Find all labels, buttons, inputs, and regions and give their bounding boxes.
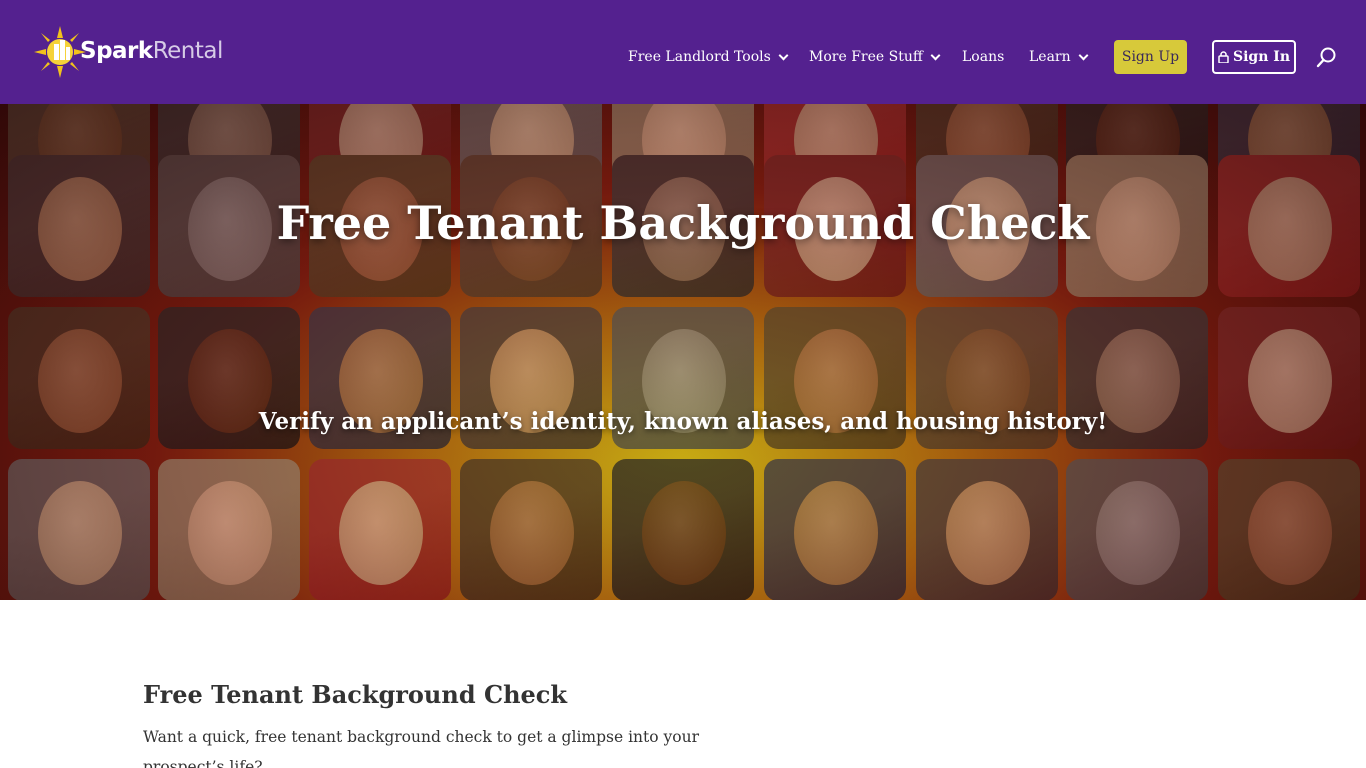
- logo-wordmark: SparkRental: [80, 38, 223, 64]
- sign-in-label: Sign In: [1233, 49, 1290, 65]
- section-title: Free Tenant Background Check: [143, 680, 568, 709]
- sign-up-button[interactable]: Sign Up: [1114, 40, 1187, 74]
- nav-label: Loans: [962, 49, 1005, 65]
- sparkrental-logo[interactable]: SparkRental: [32, 24, 223, 80]
- section-intro-text: Want a quick, free tenant background che…: [143, 728, 699, 768]
- search-icon[interactable]: [1316, 46, 1338, 68]
- nav-label: Free Landlord Tools: [628, 49, 771, 65]
- site-header: SparkRental Free Landlord Tools More Fre…: [0, 0, 1366, 104]
- chevron-down-icon: [930, 50, 941, 60]
- logo-rental-text: Rental: [152, 38, 224, 64]
- nav-loans[interactable]: Loans: [962, 40, 1004, 74]
- nav-more-free-stuff[interactable]: More Free Stuff: [809, 40, 941, 74]
- nav-label: Learn: [1029, 49, 1071, 65]
- nav-label: More Free Stuff: [809, 49, 923, 65]
- hero-overlay: [0, 104, 1366, 600]
- chevron-down-icon: [1078, 50, 1089, 60]
- nav-learn[interactable]: Learn: [1029, 40, 1089, 74]
- hero-subtitle: Verify an applicant’s identity, known al…: [258, 408, 1108, 435]
- logo-spark-text: Spark: [80, 38, 153, 64]
- hero-title: Free Tenant Background Check: [276, 196, 1090, 250]
- nav-free-landlord-tools[interactable]: Free Landlord Tools: [628, 40, 789, 74]
- hero-banner: Free Tenant Background Check Verify an a…: [0, 104, 1366, 600]
- chevron-down-icon: [778, 50, 789, 60]
- lock-icon: [1218, 51, 1229, 63]
- sign-in-button[interactable]: Sign In: [1212, 40, 1296, 74]
